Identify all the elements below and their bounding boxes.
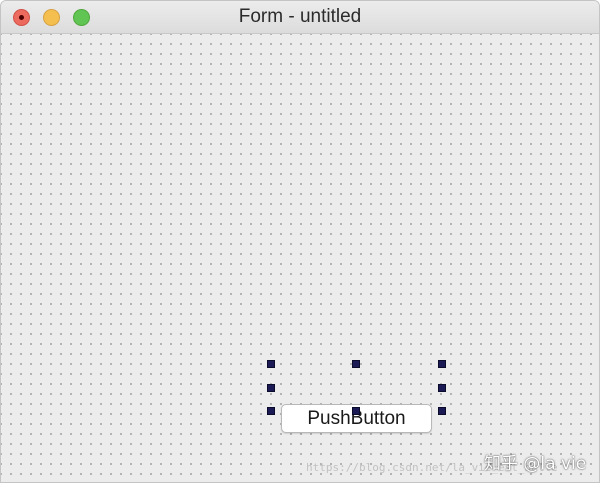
resize-handle-top-right[interactable] bbox=[438, 360, 446, 368]
resize-handle-top[interactable] bbox=[352, 360, 360, 368]
title-bar[interactable]: Form - untitled bbox=[1, 1, 599, 34]
resize-handle-top-left[interactable] bbox=[267, 360, 275, 368]
resize-handle-bottom[interactable] bbox=[352, 407, 360, 415]
resize-handle-bottom-right[interactable] bbox=[438, 407, 446, 415]
resize-handle-right[interactable] bbox=[438, 384, 446, 392]
zhihu-author-watermark: 知乎 @la vie bbox=[484, 454, 587, 474]
resize-handle-bottom-left[interactable] bbox=[267, 407, 275, 415]
resize-handle-left[interactable] bbox=[267, 384, 275, 392]
window-title: Form - untitled bbox=[238, 6, 362, 27]
form-canvas[interactable]: PushButton bbox=[1, 34, 599, 482]
designer-form-window: Form - untitled PushButton https://blog.… bbox=[0, 0, 600, 483]
